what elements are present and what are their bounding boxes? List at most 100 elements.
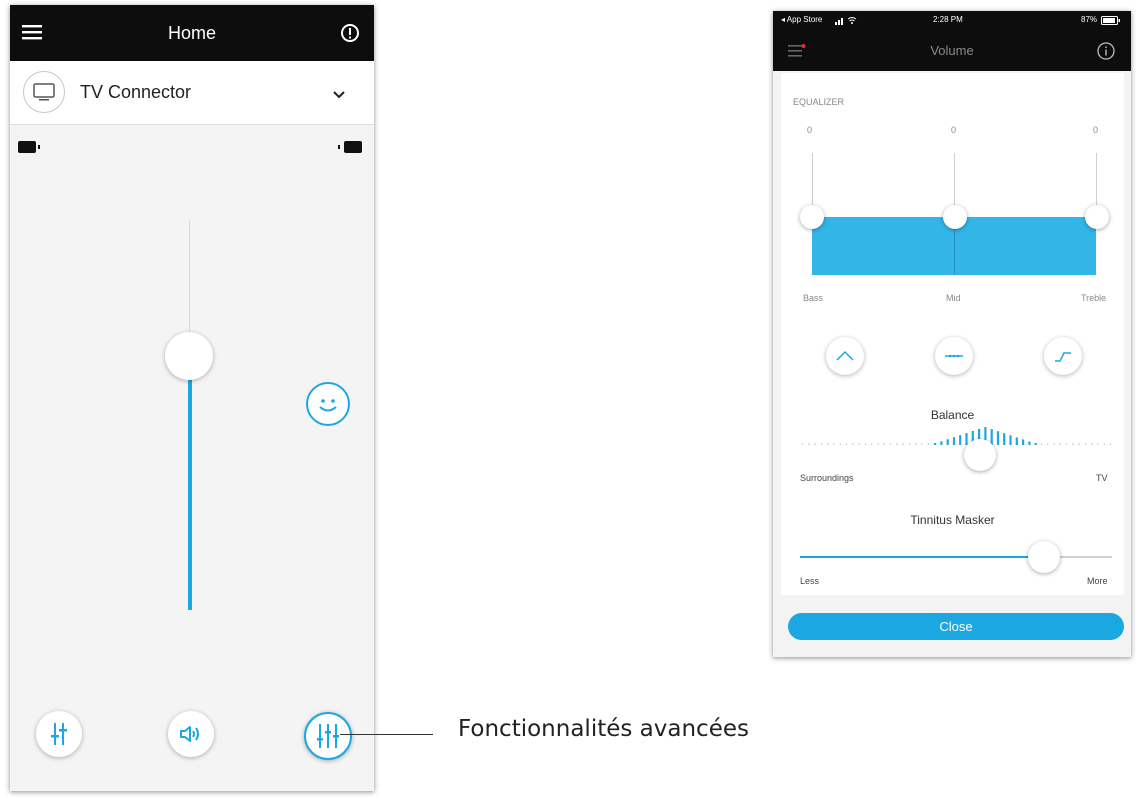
mid-label: Mid xyxy=(946,293,961,303)
balance-tick xyxy=(802,443,804,445)
bass-slider-handle[interactable] xyxy=(800,205,824,229)
balance-tick xyxy=(1053,443,1055,445)
balance-tick xyxy=(902,443,904,445)
balance-tick xyxy=(1078,443,1080,445)
status-carrier: ◂ App Store xyxy=(781,15,823,24)
callout-line xyxy=(340,734,433,735)
balance-slider-handle[interactable] xyxy=(964,439,996,471)
status-battery: 87% xyxy=(1081,15,1098,24)
tv-icon xyxy=(23,71,65,113)
balance-right-label: TV xyxy=(1096,473,1108,483)
page-title: Home xyxy=(167,23,216,43)
home-screen: Home TV Connector xyxy=(10,5,374,791)
balance-tick xyxy=(952,437,956,445)
balance-tick xyxy=(1015,437,1018,445)
balance-tick xyxy=(808,443,810,445)
balance-tick xyxy=(1003,433,1006,445)
mid-value: 0 xyxy=(951,125,957,135)
balance-tick xyxy=(1110,443,1112,445)
volume-screen: ◂ App Store 2:28 PM 87% Volume EQUALIZER… xyxy=(773,11,1131,657)
tinnitus-right-label: More xyxy=(1087,576,1108,586)
balance-tick xyxy=(940,441,943,445)
volume-fill xyxy=(188,355,192,610)
balance-tick xyxy=(1091,443,1093,445)
tinnitus-left-label: Less xyxy=(800,576,820,586)
speaker-icon xyxy=(179,723,203,745)
balance-tick xyxy=(921,443,923,445)
tinnitus-fill xyxy=(800,556,1044,558)
treble-value: 0 xyxy=(1093,125,1099,135)
balance-tick xyxy=(1097,443,1099,445)
battery-left-icon xyxy=(18,141,44,153)
equalizer-icon xyxy=(316,723,340,749)
preset-boost-button[interactable] xyxy=(1044,337,1082,375)
preset-peak-button[interactable] xyxy=(826,337,864,375)
balance-tick xyxy=(1047,443,1049,445)
smiley-icon[interactable] xyxy=(306,382,350,426)
balance-tick xyxy=(871,443,873,445)
status-bar: ◂ App Store 2:28 PM 87% xyxy=(773,11,1131,31)
balance-tick xyxy=(1028,441,1031,445)
speaker-button[interactable] xyxy=(168,711,214,757)
balance-tick xyxy=(908,443,911,445)
balance-tick xyxy=(890,443,892,445)
balance-tick xyxy=(877,443,879,445)
balance-tick xyxy=(820,443,823,445)
balance-tick xyxy=(896,443,898,445)
volume-slider-handle[interactable] xyxy=(165,332,213,380)
advanced-button[interactable] xyxy=(304,712,352,760)
balance-tick xyxy=(1022,439,1025,445)
tinnitus-title: Tinnitus Masker xyxy=(910,513,995,527)
home-header: Home xyxy=(10,5,374,61)
signal-icon xyxy=(835,16,859,25)
balance-tick xyxy=(852,443,854,445)
sliders-icon xyxy=(49,722,69,746)
balance-tick xyxy=(996,431,1000,445)
battery-icon xyxy=(1101,16,1121,25)
settings-panel: EQUALIZER 0 0 0 Bass Mid Treble Balance … xyxy=(781,73,1124,595)
treble-slider-handle[interactable] xyxy=(1085,205,1109,229)
balance-tick xyxy=(814,443,816,445)
balance-tick xyxy=(915,443,917,445)
device-name: TV Connector xyxy=(80,82,192,102)
info-icon[interactable] xyxy=(340,23,360,43)
balance-tick xyxy=(839,443,841,445)
page-title: Volume xyxy=(930,43,974,58)
close-button[interactable]: Close xyxy=(788,613,1124,640)
mid-slider-handle[interactable] xyxy=(943,205,967,229)
boost-curve-icon xyxy=(1053,348,1073,364)
balance-tick xyxy=(1034,443,1037,445)
balance-tick xyxy=(846,443,848,445)
balance-tick xyxy=(1066,443,1068,445)
balance-tick xyxy=(833,443,835,445)
balance-tick xyxy=(1009,435,1012,445)
bass-value: 0 xyxy=(807,125,813,135)
balance-title: Balance xyxy=(930,408,975,422)
balance-tick xyxy=(1084,443,1087,445)
balance-tick xyxy=(927,443,929,445)
chevron-down-icon[interactable] xyxy=(332,87,346,99)
device-selector[interactable]: TV Connector xyxy=(10,61,374,125)
balance-tick xyxy=(946,439,949,445)
status-time: 2:28 PM xyxy=(933,15,963,24)
battery-right-icon xyxy=(338,141,364,153)
balance-tick xyxy=(864,443,867,445)
peak-curve-icon xyxy=(835,348,855,364)
balance-tick xyxy=(959,435,962,445)
balance-tick xyxy=(883,443,885,445)
balance-tick xyxy=(1072,443,1074,445)
equalizer-label: EQUALIZER xyxy=(793,97,845,107)
balance-left-label: Surroundings xyxy=(800,473,854,483)
preset-flat-button[interactable] xyxy=(935,337,973,375)
adjust-button[interactable] xyxy=(36,711,82,757)
tinnitus-slider-handle[interactable] xyxy=(1028,541,1060,573)
balance-meter xyxy=(800,421,1112,455)
balance-tick xyxy=(858,443,860,445)
balance-tick xyxy=(1040,443,1043,445)
callout-label: Fonctionnalités avancées xyxy=(458,716,749,742)
balance-tick xyxy=(1103,443,1105,445)
treble-label: Treble xyxy=(1081,293,1107,303)
balance-tick xyxy=(827,443,829,445)
flat-curve-icon xyxy=(944,348,964,364)
balance-tick xyxy=(1059,443,1061,445)
